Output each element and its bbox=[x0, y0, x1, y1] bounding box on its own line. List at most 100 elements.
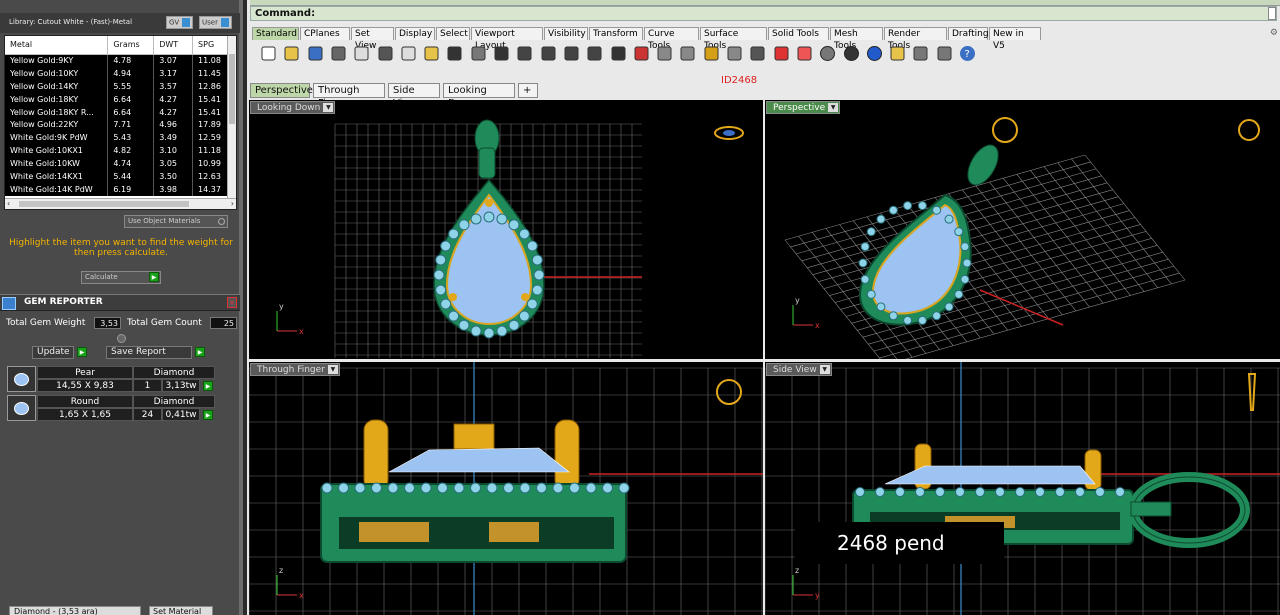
lock2-icon[interactable] bbox=[749, 45, 766, 62]
tab-visibility[interactable]: Visibility bbox=[544, 27, 588, 40]
table-row[interactable]: White Gold:14KX1 5.44 3.50 12.63 bbox=[5, 170, 229, 183]
viewport-looking-down[interactable]: xy Looking Down ▼ bbox=[249, 100, 763, 359]
grid-icon[interactable] bbox=[610, 45, 627, 62]
material-icon[interactable] bbox=[843, 45, 860, 62]
new-icon[interactable] bbox=[260, 45, 277, 62]
viewport-through-finger[interactable]: xz Through Finger ▼ bbox=[249, 362, 763, 615]
tab-transform[interactable]: Transform bbox=[589, 27, 643, 40]
tab-new-in-v5[interactable]: New in V5 bbox=[989, 27, 1041, 51]
view-tab-perspective[interactable]: Perspective bbox=[250, 83, 313, 98]
tab-standard[interactable]: Standard bbox=[252, 27, 299, 40]
metal-vscroll[interactable] bbox=[227, 36, 236, 199]
metal-hscroll[interactable]: ‹ › bbox=[5, 198, 236, 209]
metal-vscroll-thumb[interactable] bbox=[229, 54, 235, 124]
help-icon[interactable]: ? bbox=[959, 45, 976, 62]
copy-icon[interactable] bbox=[400, 45, 417, 62]
viewport-side-view[interactable]: yz Side View ▼ bbox=[765, 362, 1280, 615]
viewport-perspective[interactable]: xy Perspective ▼ bbox=[765, 100, 1280, 359]
view-tab-side-view[interactable]: Side View bbox=[388, 83, 440, 109]
tab-display[interactable]: Display bbox=[395, 27, 435, 40]
tab-curve-tools[interactable]: Curve Tools bbox=[644, 27, 699, 51]
tab-viewport-layout[interactable]: Viewport Layout bbox=[471, 27, 543, 51]
tab-surface-tools[interactable]: Surface Tools bbox=[700, 27, 767, 51]
update-button[interactable]: Update bbox=[32, 346, 74, 359]
splitter-icon[interactable] bbox=[117, 334, 126, 343]
gem-row[interactable]: Round Diamond 1,65 X 1,65 24 0,41tw ▶ bbox=[7, 395, 217, 423]
metal-hscroll-thumb[interactable] bbox=[19, 201, 189, 207]
color-icon[interactable] bbox=[796, 45, 813, 62]
table-row[interactable]: White Gold:9K PdW 5.43 3.49 12.59 bbox=[5, 131, 229, 145]
tab-set-view[interactable]: Set View bbox=[351, 27, 394, 51]
zoom-icon[interactable] bbox=[516, 45, 533, 62]
point-icon[interactable] bbox=[703, 45, 720, 62]
move-icon[interactable] bbox=[493, 45, 510, 62]
tabs-gear-icon[interactable]: ⚙ bbox=[1270, 28, 1278, 38]
pan-icon[interactable] bbox=[470, 45, 487, 62]
command-line[interactable]: Command: bbox=[250, 6, 1277, 21]
col-spg[interactable]: SPG bbox=[192, 36, 229, 55]
zoom-window-icon[interactable] bbox=[540, 45, 557, 62]
paste-icon[interactable] bbox=[423, 45, 440, 62]
table-row[interactable]: Yellow Gold:18KY R... 6.64 4.27 15.41 bbox=[5, 105, 229, 119]
user-toggle[interactable]: User bbox=[199, 16, 232, 29]
rotate-icon[interactable] bbox=[586, 45, 603, 62]
gear-icon[interactable] bbox=[912, 45, 929, 62]
layer-icon[interactable] bbox=[773, 45, 790, 62]
light-icon[interactable] bbox=[726, 45, 743, 62]
viewport-label[interactable]: Through Finger ▼ bbox=[250, 363, 340, 376]
sphere-icon[interactable] bbox=[866, 45, 883, 62]
save-icon[interactable] bbox=[307, 45, 324, 62]
tab-mesh-tools[interactable]: Mesh Tools bbox=[830, 27, 883, 51]
tab-render-tools[interactable]: Render Tools bbox=[884, 27, 947, 51]
col-metal[interactable]: Metal bbox=[5, 36, 109, 55]
undo-icon[interactable] bbox=[446, 45, 463, 62]
open-icon[interactable] bbox=[283, 45, 300, 62]
cut-icon[interactable] bbox=[377, 45, 394, 62]
update-go-icon[interactable]: ▶ bbox=[77, 347, 87, 357]
calculate-go-icon[interactable]: ▶ bbox=[149, 272, 159, 282]
table-row[interactable]: White Gold:10KX1 4.82 3.10 11.18 bbox=[5, 144, 229, 158]
viewport-label[interactable]: Looking Down ▼ bbox=[250, 101, 336, 114]
import-icon[interactable] bbox=[353, 45, 370, 62]
table-row[interactable]: White Gold:10KW 4.74 3.05 10.99 bbox=[5, 157, 229, 171]
zoom-extents-icon[interactable] bbox=[563, 45, 580, 62]
add-view-tab[interactable]: + bbox=[518, 83, 538, 98]
table-row[interactable]: Yellow Gold:14KY 5.55 3.57 12.86 bbox=[5, 79, 229, 93]
viewport-label[interactable]: Perspective ▼ bbox=[766, 101, 841, 114]
viewport-label[interactable]: Side View ▼ bbox=[766, 363, 832, 376]
view-tab-through-finger[interactable]: Through Finger bbox=[313, 83, 385, 109]
close-icon[interactable]: × bbox=[227, 297, 237, 308]
set-material-button[interactable]: Set Material bbox=[149, 606, 213, 615]
gem-row[interactable]: Pear Diamond 14,55 X 9,83 1 3,13tw ▶ bbox=[7, 366, 217, 394]
settings-icon[interactable] bbox=[936, 45, 953, 62]
use-object-materials[interactable]: Use Object Materials bbox=[124, 215, 228, 228]
tab-select[interactable]: Select bbox=[436, 27, 470, 40]
tab-solid-tools[interactable]: Solid Tools bbox=[768, 27, 829, 40]
car-icon[interactable] bbox=[633, 45, 650, 62]
gem-material-select[interactable]: Diamond - (3,53 ara) bbox=[9, 606, 141, 615]
save-report-button[interactable]: Save Report bbox=[106, 346, 192, 359]
lock-icon[interactable] bbox=[679, 45, 696, 62]
render-icon[interactable] bbox=[819, 45, 836, 62]
tab-drafting[interactable]: Drafting bbox=[948, 27, 989, 40]
table-row[interactable]: Yellow Gold:10KY 4.94 3.17 11.45 bbox=[5, 66, 229, 80]
view-tab-looking-down[interactable]: Looking Down bbox=[443, 83, 515, 109]
hide-icon[interactable] bbox=[656, 45, 673, 62]
scroll-left-icon[interactable]: ‹ bbox=[7, 199, 10, 208]
print-icon[interactable] bbox=[330, 45, 347, 62]
gv-toggle[interactable]: GV bbox=[166, 16, 194, 29]
gem-go-icon[interactable]: ▶ bbox=[203, 381, 213, 391]
table-row[interactable]: White Gold:14K PdW 6.19 3.98 14.37 bbox=[5, 182, 229, 196]
gem-go-icon[interactable]: ▶ bbox=[203, 410, 213, 420]
col-grams[interactable]: Grams bbox=[107, 36, 155, 55]
command-scroll[interactable] bbox=[1268, 7, 1276, 20]
radio-icon[interactable] bbox=[218, 218, 225, 225]
col-dwt[interactable]: DWT bbox=[153, 36, 194, 55]
scroll-right-icon[interactable]: › bbox=[231, 199, 234, 208]
table-row[interactable]: Yellow Gold:18KY 6.64 4.27 15.41 bbox=[5, 92, 229, 106]
tools-icon[interactable] bbox=[889, 45, 906, 62]
table-row[interactable]: Yellow Gold:22KY 7.71 4.96 17.89 bbox=[5, 118, 229, 132]
save-report-go-icon[interactable]: ▶ bbox=[195, 347, 205, 357]
table-row[interactable]: Yellow Gold:9KY 4.78 3.07 11.08 bbox=[5, 54, 229, 67]
tab-cplanes[interactable]: CPlanes bbox=[300, 27, 350, 40]
